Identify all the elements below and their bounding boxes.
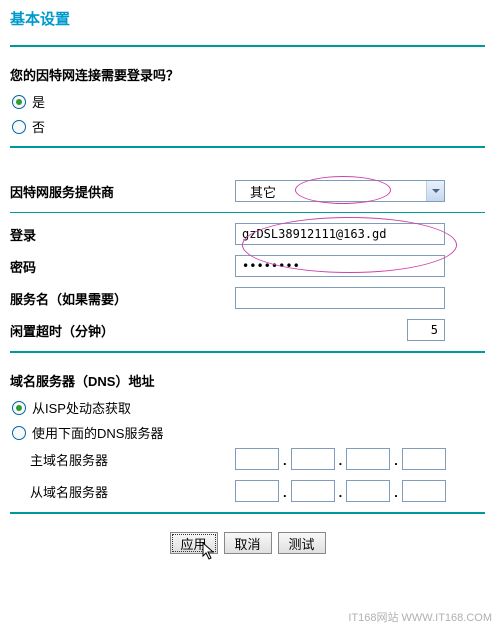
radio-icon xyxy=(12,426,26,440)
primary-dns-label: 主域名服务器 xyxy=(10,450,235,469)
dns-octet[interactable] xyxy=(402,448,446,470)
dns-octet[interactable] xyxy=(346,480,390,502)
apply-button[interactable]: 应用 xyxy=(170,532,218,554)
service-input[interactable] xyxy=(235,287,445,309)
isp-select[interactable] xyxy=(235,180,445,202)
page-title: 基本设置 xyxy=(10,8,485,35)
radio-dns-auto[interactable]: 从ISP处动态获取 xyxy=(12,398,485,417)
dot: . xyxy=(339,453,343,470)
secondary-dns-input[interactable]: . . . xyxy=(235,480,446,502)
divider xyxy=(10,212,485,213)
radio-label: 使用下面的DNS服务器 xyxy=(32,423,163,442)
dot: . xyxy=(339,485,343,502)
idle-label: 闲置超时（分钟） xyxy=(10,321,235,340)
radio-icon xyxy=(12,95,26,109)
login-label: 登录 xyxy=(10,225,235,244)
dns-octet[interactable] xyxy=(235,480,279,502)
radio-label: 是 xyxy=(32,92,45,111)
password-label: 密码 xyxy=(10,257,235,276)
idle-input[interactable] xyxy=(407,319,445,341)
dns-octet[interactable] xyxy=(346,448,390,470)
dot: . xyxy=(394,485,398,502)
dns-octet[interactable] xyxy=(235,448,279,470)
chevron-down-icon[interactable] xyxy=(426,181,444,201)
footer-watermark: IT168网站 WWW.IT168.COM xyxy=(348,609,492,625)
login-question: 您的因特网连接需要登录吗？ xyxy=(10,65,485,84)
dns-octet[interactable] xyxy=(402,480,446,502)
divider xyxy=(10,146,485,148)
divider xyxy=(10,45,485,47)
isp-value[interactable] xyxy=(235,180,445,202)
primary-dns-input[interactable]: . . . xyxy=(235,448,446,470)
isp-label: 因特网服务提供商 xyxy=(10,182,235,201)
radio-icon xyxy=(12,120,26,134)
radio-icon xyxy=(12,401,26,415)
test-button[interactable]: 测试 xyxy=(278,532,326,554)
radio-login-yes[interactable]: 是 xyxy=(12,92,485,111)
dot: . xyxy=(283,485,287,502)
divider xyxy=(10,351,485,353)
radio-login-no[interactable]: 否 xyxy=(12,117,485,136)
divider xyxy=(10,512,485,514)
dot: . xyxy=(394,453,398,470)
login-input[interactable] xyxy=(235,223,445,245)
dot: . xyxy=(283,453,287,470)
password-input[interactable] xyxy=(235,255,445,277)
radio-label: 从ISP处动态获取 xyxy=(32,398,131,417)
dns-octet[interactable] xyxy=(291,480,335,502)
dns-header: 域名服务器（DNS）地址 xyxy=(10,371,485,390)
secondary-dns-label: 从域名服务器 xyxy=(10,482,235,501)
service-label: 服务名（如果需要） xyxy=(10,289,235,308)
radio-dns-manual[interactable]: 使用下面的DNS服务器 xyxy=(12,423,485,442)
radio-label: 否 xyxy=(32,117,45,136)
cancel-button[interactable]: 取消 xyxy=(224,532,272,554)
dns-octet[interactable] xyxy=(291,448,335,470)
